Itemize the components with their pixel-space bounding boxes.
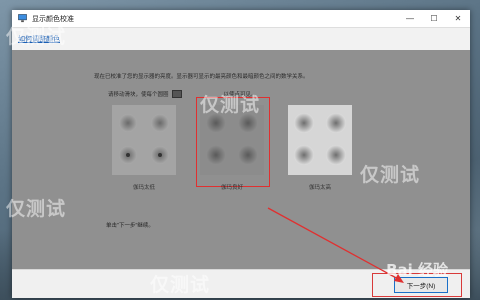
gamma-samples: 伽玛太低 伽玛良好 伽玛太高	[112, 97, 352, 215]
description-text: 现在已校准了您的显示器的亮度。显示器可显示的最亮颜色和最暗颜色之间的数学关系。	[94, 74, 309, 80]
window-controls: — ☐ ✕	[398, 10, 470, 27]
gamma-low-swatch	[112, 105, 176, 175]
gamma-low-label: 伽玛太低	[132, 185, 155, 191]
gamma-high-label: 伽玛太高	[308, 185, 331, 191]
watermark-text: 仅测试	[6, 198, 67, 220]
baidu-logo: Bai 经验	[386, 261, 448, 279]
close-button[interactable]: ✕	[446, 10, 470, 27]
title-bar: 显示颜色校准 — ☐ ✕	[12, 10, 470, 28]
gamma-sample-high: 伽玛太高	[288, 105, 352, 205]
watermark-text: 仅测试	[360, 164, 421, 186]
gamma-sample-low: 伽玛太低	[112, 105, 176, 205]
watermark-text: 仅测试	[6, 26, 67, 48]
instruction-text-left: 请移动滑块，使每个圆圈	[108, 92, 169, 98]
calibration-window: 显示颜色校准 — ☐ ✕ 如何调整颜色 现在已校准了您的显示器的亮度。显示器可显…	[12, 10, 470, 298]
gamma-high-swatch	[288, 105, 352, 175]
minimize-button[interactable]: —	[398, 10, 422, 27]
slider-hint-icon	[171, 90, 182, 98]
next-hint-text: 单击"下一步"继续。	[106, 223, 154, 229]
watermark-text: 仅测试	[150, 274, 211, 296]
maximize-button[interactable]: ☐	[422, 10, 446, 27]
gamma-good-label: 伽玛良好	[220, 185, 243, 191]
gamma-sample-good: 伽玛良好	[196, 97, 270, 205]
watermark-text: 仅测试	[200, 94, 261, 116]
